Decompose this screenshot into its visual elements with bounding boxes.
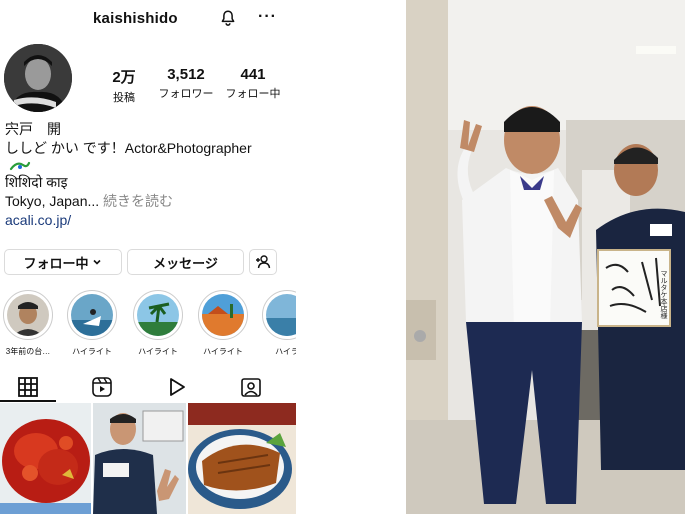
more-options-icon[interactable]: ··· [258, 8, 277, 26]
followers-count: 3,512 [167, 66, 205, 83]
display-name: 宍戸 開 [5, 121, 61, 137]
bio-location-row: Tokyo, Japan... 続きを読む [5, 192, 295, 211]
following-count: 441 [240, 66, 266, 83]
active-tab-indicator [0, 400, 56, 402]
followers-label: フォロワー [158, 88, 214, 100]
message-button[interactable]: メッセージ [127, 249, 244, 275]
story-highlight[interactable]: ハイラ [259, 290, 296, 357]
bio-line-1: ししど かい です！Actor&Photographer [5, 140, 252, 156]
read-more-link[interactable]: 続きを読む [99, 193, 173, 209]
post-thumbnail[interactable] [188, 403, 296, 514]
story-highlight[interactable]: ハイライト [130, 290, 186, 357]
bio-website-link[interactable]: acali.co.jp/ [5, 211, 295, 230]
following-label: フォロー中 [225, 88, 281, 100]
profile-avatar[interactable] [4, 44, 72, 112]
story-highlight[interactable]: ハイライト [64, 290, 120, 357]
highlight-cover-image [266, 294, 296, 336]
story-highlight[interactable]: ハイライト [195, 290, 251, 357]
following-button[interactable]: フォロー中 [4, 249, 122, 275]
highlight-label: ハイライト [203, 347, 243, 356]
shikishi-caption: マルタケ本店様 [660, 270, 668, 319]
add-person-icon [256, 255, 271, 269]
highlight-cover-image [7, 294, 49, 336]
username-title: kaishishido [93, 10, 178, 27]
chevron-down-icon [92, 259, 101, 265]
profile-tabs [0, 372, 296, 402]
highlight-cover-image [202, 294, 244, 336]
posts-label: 投稿 [113, 92, 135, 104]
posts-count: 2万 [112, 69, 136, 86]
bell-icon[interactable] [219, 9, 237, 27]
highlight-label: 3年前の台… [5, 347, 51, 356]
posts-grid [0, 403, 296, 514]
story-highlight[interactable]: 3年前の台… [0, 290, 56, 357]
followers-stat[interactable]: 3,512 フォロワー [156, 66, 216, 101]
highlight-cover-image [137, 294, 179, 336]
message-button-label: メッセージ [153, 255, 218, 271]
reels-icon[interactable] [91, 376, 113, 398]
posts-stat[interactable]: 2万 投稿 [104, 66, 144, 105]
event-photo: マルタケ本店様 [406, 0, 685, 514]
post-thumbnail[interactable] [93, 403, 186, 514]
profile-header: kaishishido ··· [0, 0, 296, 36]
suggest-people-button[interactable] [249, 249, 277, 275]
instagram-profile-screen: kaishishido ··· 2万 投稿 3,512 フォロワー 441 フォ… [0, 0, 296, 514]
video-icon[interactable] [165, 376, 187, 398]
tagged-icon[interactable] [240, 376, 262, 398]
bio-location: Tokyo, Japan... [5, 193, 100, 209]
profile-bio: 宍戸 開 ししど かい です！Actor&Photographer शिशिदो… [5, 120, 295, 230]
bio-line-2: शिशिदो काइ [5, 174, 68, 190]
following-stat[interactable]: 441 フォロー中 [224, 66, 282, 101]
post-thumbnail[interactable] [0, 403, 91, 514]
threads-badge-icon[interactable] [9, 160, 31, 172]
collage-gap [296, 0, 406, 514]
following-button-label: フォロー中 [23, 255, 89, 271]
highlight-label: ハイライト [72, 347, 112, 356]
highlight-label: ハイラ [275, 347, 296, 356]
highlight-cover-image [71, 294, 113, 336]
highlight-label: ハイライト [138, 347, 178, 356]
grid-icon[interactable] [17, 376, 39, 398]
